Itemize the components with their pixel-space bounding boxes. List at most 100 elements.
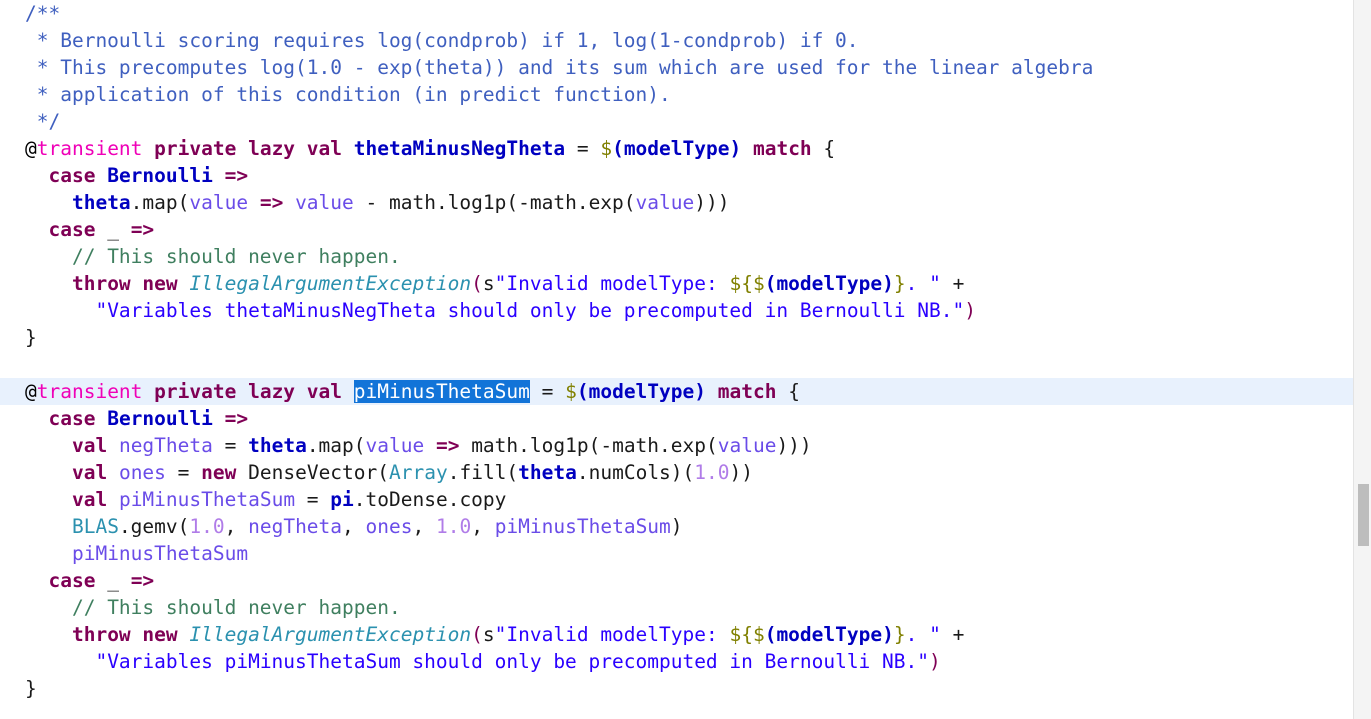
code-token: pi: [330, 488, 354, 511]
code-token: ): [964, 299, 976, 322]
code-token: transient: [36, 137, 143, 160]
vertical-scrollbar-track[interactable]: [1353, 0, 1371, 719]
code-token: */: [25, 110, 61, 133]
code-token: (: [471, 272, 483, 295]
code-token: // This should never happen.: [71, 245, 401, 268]
code-line[interactable]: // This should never happen.: [0, 594, 1353, 621]
code-line[interactable]: "Variables piMinusThetaSum should only b…: [0, 648, 1353, 675]
code-token: {: [776, 380, 800, 403]
code-editor[interactable]: /** * Bernoulli scoring requires log(con…: [0, 0, 1371, 719]
code-token: =: [565, 137, 601, 160]
code-token: case: [48, 218, 96, 241]
code-token: ${: [729, 623, 753, 646]
code-token: 1.0: [189, 515, 225, 538]
code-token: thetaMinusNegTheta: [353, 137, 566, 160]
code-token: s: [482, 272, 495, 295]
vertical-scrollbar-thumb[interactable]: [1358, 484, 1369, 546]
code-token: Array: [389, 461, 448, 484]
code-text-area[interactable]: /** * Bernoulli scoring requires log(con…: [0, 0, 1353, 719]
code-token: BLAS: [71, 515, 119, 538]
code-line[interactable]: */: [0, 108, 1353, 135]
code-line[interactable]: }: [0, 324, 1353, 351]
code-token: "Invalid modelType:: [494, 272, 730, 295]
code-line[interactable]: case _ =>: [0, 216, 1353, 243]
code-token: piMinusThetaSum: [71, 542, 249, 565]
code-token: =>: [130, 569, 155, 592]
code-token: - math.log1p(-math.exp(: [353, 191, 636, 214]
code-token: . ": [905, 272, 941, 295]
code-token: (modelType): [612, 137, 742, 160]
code-token: =>: [435, 434, 460, 457]
code-token: value: [189, 191, 249, 214]
code-token: IllegalArgumentException: [189, 623, 472, 646]
code-line[interactable]: [0, 351, 1353, 378]
code-token: Bernoulli: [107, 407, 213, 430]
code-line[interactable]: val ones = new DenseVector(Array.fill(th…: [0, 459, 1353, 486]
code-line[interactable]: "Variables thetaMinusNegTheta should onl…: [0, 297, 1353, 324]
code-line[interactable]: case Bernoulli =>: [0, 405, 1353, 432]
code-line[interactable]: theta.map(value => value - math.log1p(-m…: [0, 189, 1353, 216]
code-token: value: [365, 434, 425, 457]
code-token: * This precomputes log(1.0 - exp(theta))…: [25, 56, 1094, 79]
code-token: ,: [342, 515, 366, 538]
code-line[interactable]: case Bernoulli =>: [0, 162, 1353, 189]
code-token: match: [717, 380, 777, 403]
code-line[interactable]: * Bernoulli scoring requires log(condpro…: [0, 27, 1353, 54]
code-line[interactable]: @transient private lazy val thetaMinusNe…: [0, 135, 1353, 162]
code-token: =: [165, 461, 202, 484]
code-token: _: [95, 569, 131, 592]
code-token: "Variables piMinusThetaSum should only b…: [95, 650, 929, 673]
code-token: +: [940, 623, 965, 646]
code-line-current[interactable]: @transient private lazy val piMinusTheta…: [0, 378, 1353, 405]
code-line[interactable]: }: [0, 675, 1353, 702]
code-token: ones: [118, 461, 166, 484]
code-line[interactable]: case _ =>: [0, 567, 1353, 594]
code-line[interactable]: val negTheta = theta.map(value => math.l…: [0, 432, 1353, 459]
code-token: ): [670, 515, 683, 538]
code-token: piMinusThetaSum: [118, 488, 296, 511]
code-token: ones: [365, 515, 413, 538]
code-line[interactable]: throw new IllegalArgumentException(s"Inv…: [0, 270, 1353, 297]
code-line[interactable]: BLAS.gemv(1.0, negTheta, ones, 1.0, piMi…: [0, 513, 1353, 540]
code-token: case: [48, 569, 96, 592]
code-token: $: [752, 623, 765, 646]
code-line[interactable]: // This should never happen.: [0, 243, 1353, 270]
code-token: )): [729, 461, 753, 484]
code-line[interactable]: * application of this condition (in pred…: [0, 81, 1353, 108]
code-line[interactable]: piMinusThetaSum: [0, 540, 1353, 567]
code-token: val: [71, 488, 108, 511]
code-line[interactable]: throw new IllegalArgumentException(s"Inv…: [0, 621, 1353, 648]
code-token: throw new: [71, 272, 178, 295]
code-token: }: [893, 272, 906, 295]
code-token: theta: [518, 461, 577, 484]
code-line[interactable]: /**: [0, 0, 1353, 27]
code-line[interactable]: * This precomputes log(1.0 - exp(theta))…: [0, 54, 1353, 81]
code-token: * Bernoulli scoring requires log(condpro…: [25, 29, 859, 52]
code-token: value: [717, 434, 777, 457]
code-token: val: [71, 434, 108, 457]
code-token: "Variables thetaMinusNegTheta should onl…: [95, 299, 965, 322]
code-token: $: [565, 380, 577, 403]
code-token: 1.0: [435, 515, 472, 538]
code-line[interactable]: val piMinusThetaSum = pi.toDense.copy: [0, 486, 1353, 513]
code-token: value: [635, 191, 695, 214]
code-token: =>: [224, 407, 249, 430]
code-token: ,: [412, 515, 436, 538]
code-token: $: [752, 272, 765, 295]
